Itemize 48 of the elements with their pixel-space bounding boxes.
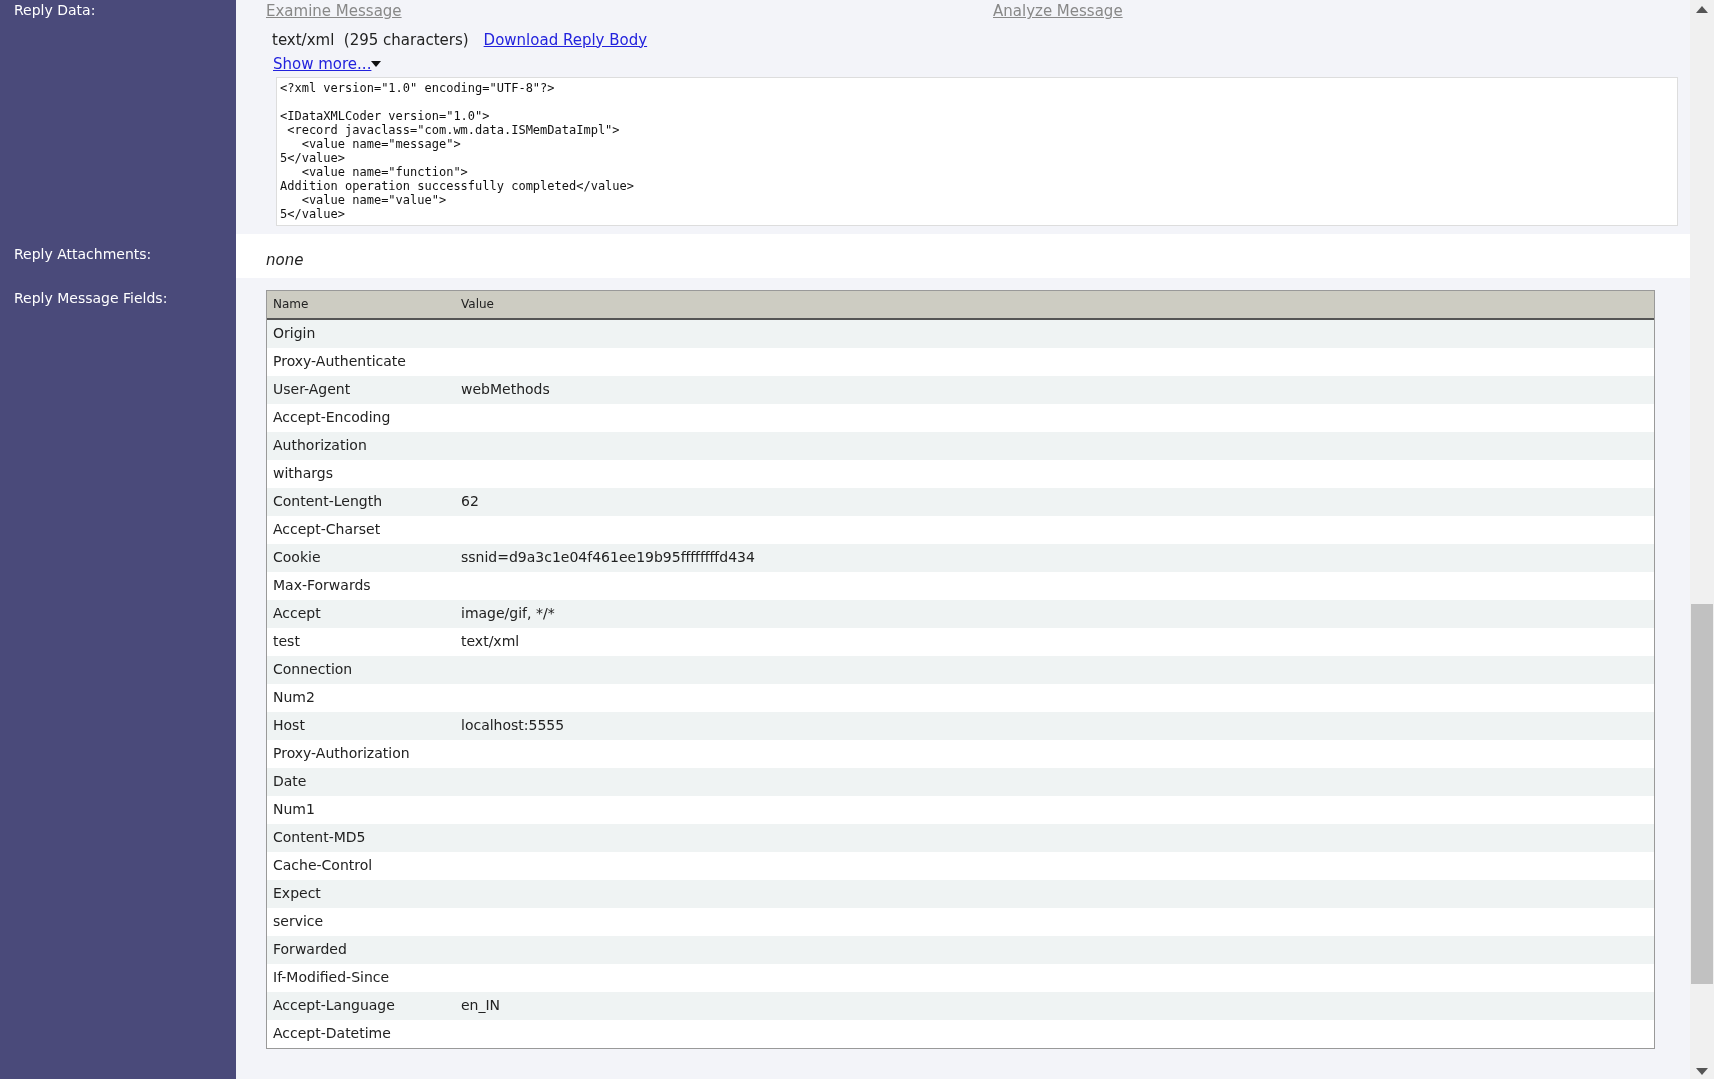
show-more-link[interactable]: Show more... (273, 53, 372, 76)
field-name: Accept-Encoding (272, 408, 392, 427)
field-value: image/gif, */* (460, 604, 556, 623)
scrollbar-thumb[interactable] (1691, 604, 1713, 984)
field-name: Content-MD5 (272, 828, 367, 847)
field-name: service (272, 912, 325, 931)
field-name: withargs (272, 464, 334, 483)
field-value: ssnid=d9a3c1e04f461ee19b95ffffffffd434 (460, 548, 756, 567)
field-name: Authorization (272, 436, 368, 455)
scrollbar[interactable] (1690, 0, 1714, 1079)
field-name: test (272, 632, 301, 651)
section-label: Reply Message Fields: (14, 289, 168, 306)
field-name: Forwarded (272, 940, 348, 959)
caret-icon (371, 61, 382, 68)
field-value: en_IN (460, 996, 502, 1015)
field-name: Num2 (272, 688, 316, 707)
content-type: text/xml (295 characters) (272, 29, 469, 51)
field-name: Num1 (272, 800, 316, 819)
field-name: Cache-Control (272, 856, 374, 875)
field-name: Accept (272, 604, 322, 623)
field-value: localhost:5555 (460, 716, 566, 735)
field-name: Content-Length (272, 492, 384, 511)
scroll-down-icon[interactable] (1696, 1068, 1708, 1075)
download-link[interactable]: Download Reply Body (483, 28, 648, 51)
field-name: If-Modified-Since (272, 968, 391, 987)
field-name: Accept-Datetime (272, 1024, 392, 1043)
section-label: Reply Data: (14, 2, 96, 18)
field-name: User-Agent (272, 380, 352, 399)
section-label: Reply Attachments: (14, 245, 152, 262)
field-name: Max-Forwards (272, 576, 372, 595)
field-name: Connection (272, 660, 354, 679)
scroll-up-icon[interactable] (1696, 6, 1708, 13)
field-name: Origin (272, 324, 317, 343)
column-header: Name (272, 296, 310, 313)
field-name: Date (272, 772, 308, 791)
field-name: Host (272, 716, 306, 735)
column-header: Value (460, 296, 495, 313)
attachments-value: none (266, 250, 304, 269)
field-value: 62 (460, 492, 480, 511)
code-block: <?xml version="1.0" encoding="UTF-8"?> <IDataXMLCoder version="1.0"> <record javaclass="com.wm.data.ISMemDataImpl"> <value name="message"> 5</value> <value name="function"> Addition operation successfully completed</value> <value name="value"> 5</value> (276, 76, 1678, 226)
field-name: Cookie (272, 548, 322, 567)
field-name: Proxy-Authorization (272, 744, 411, 763)
field-name: Proxy-Authenticate (272, 352, 407, 371)
field-value: text/xml (460, 632, 521, 651)
field-name: Accept-Language (272, 996, 396, 1015)
field-name: Accept-Charset (272, 520, 382, 539)
field-value: webMethods (460, 380, 551, 399)
field-name: Expect (272, 884, 322, 903)
